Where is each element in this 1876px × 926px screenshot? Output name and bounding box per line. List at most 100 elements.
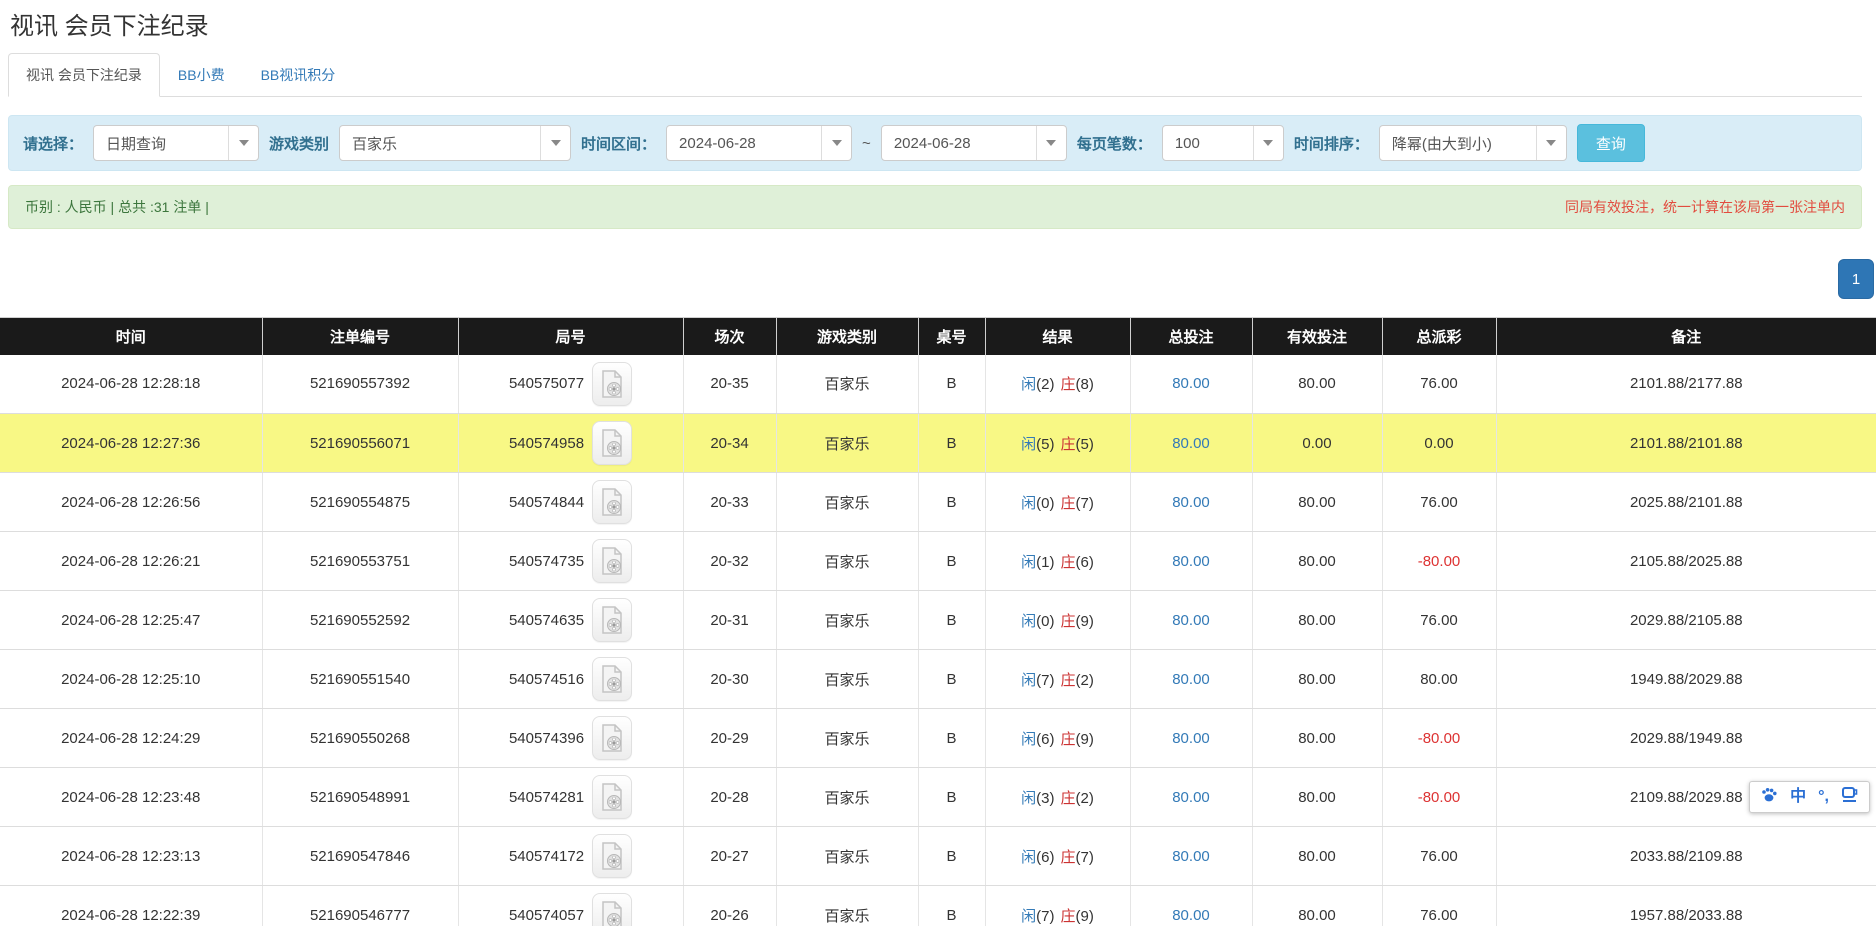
cell-total-bet[interactable]: 80.00 [1130, 886, 1252, 926]
cell-total-bet[interactable]: 80.00 [1130, 591, 1252, 650]
date-from-value: 2024-06-28 [667, 135, 821, 152]
remark-text: 1949.88/2029.88 [1630, 671, 1743, 688]
col-game-type: 游戏类别 [776, 318, 918, 355]
cell-remark: 2101.88/2101.88 [1496, 414, 1876, 473]
player-score: (5) [1036, 436, 1054, 453]
cell-table-no: B [918, 650, 985, 709]
remark-text: 2033.88/2109.88 [1630, 848, 1743, 865]
video-replay-button[interactable] [592, 716, 632, 760]
row-toolbar: 中 °, [1749, 781, 1870, 813]
cell-total-bet[interactable]: 80.00 [1130, 650, 1252, 709]
remark-text: 2101.88/2101.88 [1630, 435, 1743, 452]
cell-total-bet[interactable]: 80.00 [1130, 532, 1252, 591]
player-score: (7) [1036, 672, 1054, 689]
cell-result: 闲(5)庄(5) [985, 414, 1130, 473]
player-label: 闲 [1021, 672, 1036, 689]
cell-game-type: 百家乐 [776, 473, 918, 532]
tab-bb-video-points[interactable]: BB视讯积分 [243, 53, 354, 97]
cell-total-bet[interactable]: 80.00 [1130, 414, 1252, 473]
tab-video-bet-records[interactable]: 视讯 会员下注纪录 [8, 53, 160, 97]
select-type-label: 请选择： [23, 133, 83, 154]
cell-round-id: 540574281 [458, 768, 683, 827]
paw-icon[interactable] [1760, 787, 1778, 808]
tab-bb-tips[interactable]: BB小费 [160, 53, 243, 97]
query-button[interactable]: 查询 [1577, 124, 1645, 162]
cell-session: 20-29 [683, 709, 776, 768]
cup-icon[interactable] [1841, 786, 1859, 808]
video-replay-button[interactable] [592, 657, 632, 701]
currency-total-text: 币别 : 人民币 | 总共 :31 注单 | [25, 197, 209, 217]
cell-total-bet[interactable]: 80.00 [1130, 768, 1252, 827]
col-remark: 备注 [1496, 318, 1876, 355]
cell-payout: 76.00 [1382, 591, 1496, 650]
cell-total-bet[interactable]: 80.00 [1130, 473, 1252, 532]
cell-payout: -80.00 [1382, 532, 1496, 591]
round-id-text: 540574844 [509, 494, 584, 511]
page-1-button[interactable]: 1 [1838, 259, 1874, 299]
player-label: 闲 [1021, 849, 1036, 866]
video-replay-button[interactable] [592, 539, 632, 583]
cell-bet-id: 521690550268 [262, 709, 458, 768]
cell-remark: 2033.88/2109.88 [1496, 827, 1876, 886]
table-row: 2024-06-28 12:23:13 521690547846 5405741… [0, 827, 1876, 886]
cell-result: 闲(6)庄(9) [985, 709, 1130, 768]
cell-game-type: 百家乐 [776, 650, 918, 709]
video-replay-button[interactable] [592, 362, 632, 406]
date-from-select[interactable]: 2024-06-28 [666, 125, 852, 161]
banker-score: (9) [1076, 908, 1094, 925]
cell-result: 闲(0)庄(9) [985, 591, 1130, 650]
cell-session: 20-26 [683, 886, 776, 926]
translate-zh-icon[interactable]: 中 [1790, 788, 1806, 806]
pinyin-icon[interactable]: °, [1818, 788, 1829, 806]
table-row: 2024-06-28 12:25:47 521690552592 5405746… [0, 591, 1876, 650]
cell-round-id: 540574057 [458, 886, 683, 926]
player-label: 闲 [1021, 376, 1036, 393]
col-valid-bet: 有效投注 [1252, 318, 1382, 355]
cell-bet-id: 521690552592 [262, 591, 458, 650]
banker-score: (2) [1076, 672, 1094, 689]
time-sort-select[interactable]: 降幂(由大到小) [1379, 125, 1567, 161]
cell-valid-bet: 80.00 [1252, 827, 1382, 886]
cell-time: 2024-06-28 12:22:39 [0, 886, 262, 926]
banker-score: (6) [1076, 554, 1094, 571]
cell-total-bet[interactable]: 80.00 [1130, 827, 1252, 886]
cell-time: 2024-06-28 12:23:48 [0, 768, 262, 827]
player-label: 闲 [1021, 554, 1036, 571]
video-replay-button[interactable] [592, 775, 632, 819]
video-replay-button[interactable] [592, 598, 632, 642]
cell-time: 2024-06-28 12:26:56 [0, 473, 262, 532]
col-round-id: 局号 [458, 318, 683, 355]
video-replay-button[interactable] [592, 480, 632, 524]
date-range-label: 时间区间： [581, 133, 656, 154]
video-replay-button[interactable] [592, 893, 632, 926]
table-row: 2024-06-28 12:28:18 521690557392 5405750… [0, 355, 1876, 414]
page-size-select[interactable]: 100 [1162, 125, 1284, 161]
cell-time: 2024-06-28 12:28:18 [0, 355, 262, 414]
player-score: (0) [1036, 495, 1054, 512]
video-replay-button[interactable] [592, 421, 632, 465]
date-to-select[interactable]: 2024-06-28 [881, 125, 1067, 161]
cell-time: 2024-06-28 12:26:21 [0, 532, 262, 591]
game-type-select[interactable]: 百家乐 [339, 125, 571, 161]
banker-label: 庄 [1061, 849, 1076, 866]
cell-table-no: B [918, 768, 985, 827]
cell-session: 20-30 [683, 650, 776, 709]
pagination: 1 [0, 259, 1874, 301]
cell-total-bet[interactable]: 80.00 [1130, 355, 1252, 414]
chevron-down-icon [1036, 126, 1066, 160]
player-label: 闲 [1021, 790, 1036, 807]
col-time: 时间 [0, 318, 262, 355]
cell-result: 闲(6)庄(7) [985, 827, 1130, 886]
video-file-icon [600, 429, 624, 457]
round-id-text: 540574281 [509, 789, 584, 806]
query-type-select[interactable]: 日期查询 [93, 125, 259, 161]
cell-session: 20-28 [683, 768, 776, 827]
cell-total-bet[interactable]: 80.00 [1130, 709, 1252, 768]
video-replay-button[interactable] [592, 834, 632, 878]
col-total-bet: 总投注 [1130, 318, 1252, 355]
video-file-icon [600, 783, 624, 811]
table-row: 2024-06-28 12:26:21 521690553751 5405747… [0, 532, 1876, 591]
table-row: 2024-06-28 12:25:10 521690551540 5405745… [0, 650, 1876, 709]
cell-time: 2024-06-28 12:25:10 [0, 650, 262, 709]
table-row: 2024-06-28 12:23:48 521690548991 5405742… [0, 768, 1876, 827]
